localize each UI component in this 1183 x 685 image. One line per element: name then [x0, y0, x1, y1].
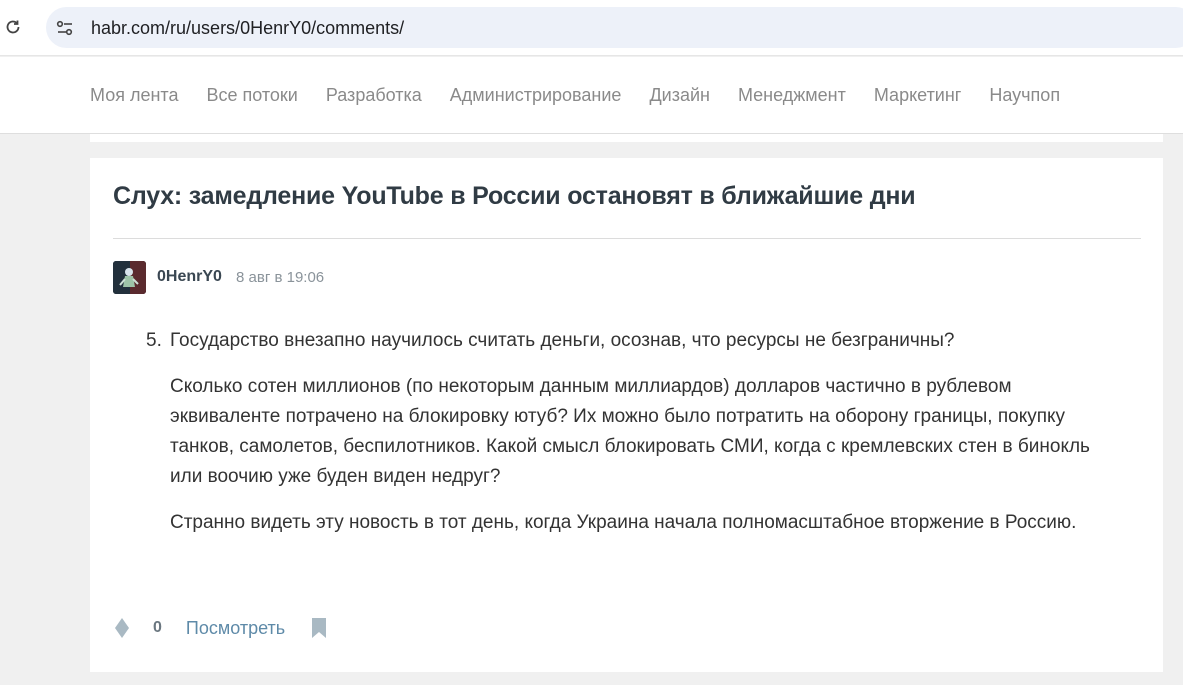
browser-toolbar: habr.com/ru/users/0HenrY0/comments/ — [0, 0, 1183, 56]
rating-icon[interactable] — [113, 617, 131, 639]
site-info-icon[interactable] — [52, 15, 78, 41]
nav-list: Моя лента Все потоки Разработка Админист… — [90, 85, 1088, 106]
comment-footer: 0 Посмотреть — [113, 616, 329, 640]
comment-body: 5. Государство внезапно научилось считат… — [146, 326, 1106, 538]
bookmark-icon[interactable] — [311, 616, 329, 640]
address-bar[interactable]: habr.com/ru/users/0HenrY0/comments/ — [46, 7, 1183, 48]
reload-icon[interactable] — [2, 16, 24, 38]
nav-item-popular-science[interactable]: Научпоп — [989, 85, 1060, 106]
nav-item-design[interactable]: Дизайн — [649, 85, 710, 106]
list-number: 5. — [146, 330, 162, 351]
avatar-image — [113, 261, 146, 294]
url-text[interactable]: habr.com/ru/users/0HenrY0/comments/ — [91, 18, 404, 39]
nav-item-management[interactable]: Менеджмент — [738, 85, 846, 106]
comment-paragraph: Странно видеть эту новость в тот день, к… — [170, 512, 1077, 533]
nav-item-my-feed[interactable]: Моя лента — [90, 85, 178, 106]
hub-navigation: Моя лента Все потоки Разработка Админист… — [0, 57, 1183, 134]
comment-list-item: Государство внезапно научилось считать д… — [170, 330, 955, 351]
previous-card-edge — [90, 134, 1163, 142]
comment-timestamp[interactable]: 8 авг в 19:06 — [236, 269, 324, 286]
avatar[interactable] — [113, 261, 146, 294]
nav-item-development[interactable]: Разработка — [326, 85, 422, 106]
comment-author[interactable]: 0HenrY0 — [157, 268, 222, 286]
nav-item-marketing[interactable]: Маркетинг — [874, 85, 962, 106]
view-comment-link[interactable]: Посмотреть — [186, 618, 285, 639]
comment-card: Слух: замедление YouTube в России остано… — [90, 158, 1163, 672]
title-divider — [113, 238, 1141, 239]
nav-item-all-flows[interactable]: Все потоки — [206, 85, 297, 106]
vote-count: 0 — [153, 619, 162, 636]
article-title[interactable]: Слух: замедление YouTube в России остано… — [113, 182, 916, 211]
comment-paragraph: Сколько сотен миллионов (по некоторым да… — [170, 376, 1090, 487]
nav-item-administration[interactable]: Администрирование — [450, 85, 622, 106]
